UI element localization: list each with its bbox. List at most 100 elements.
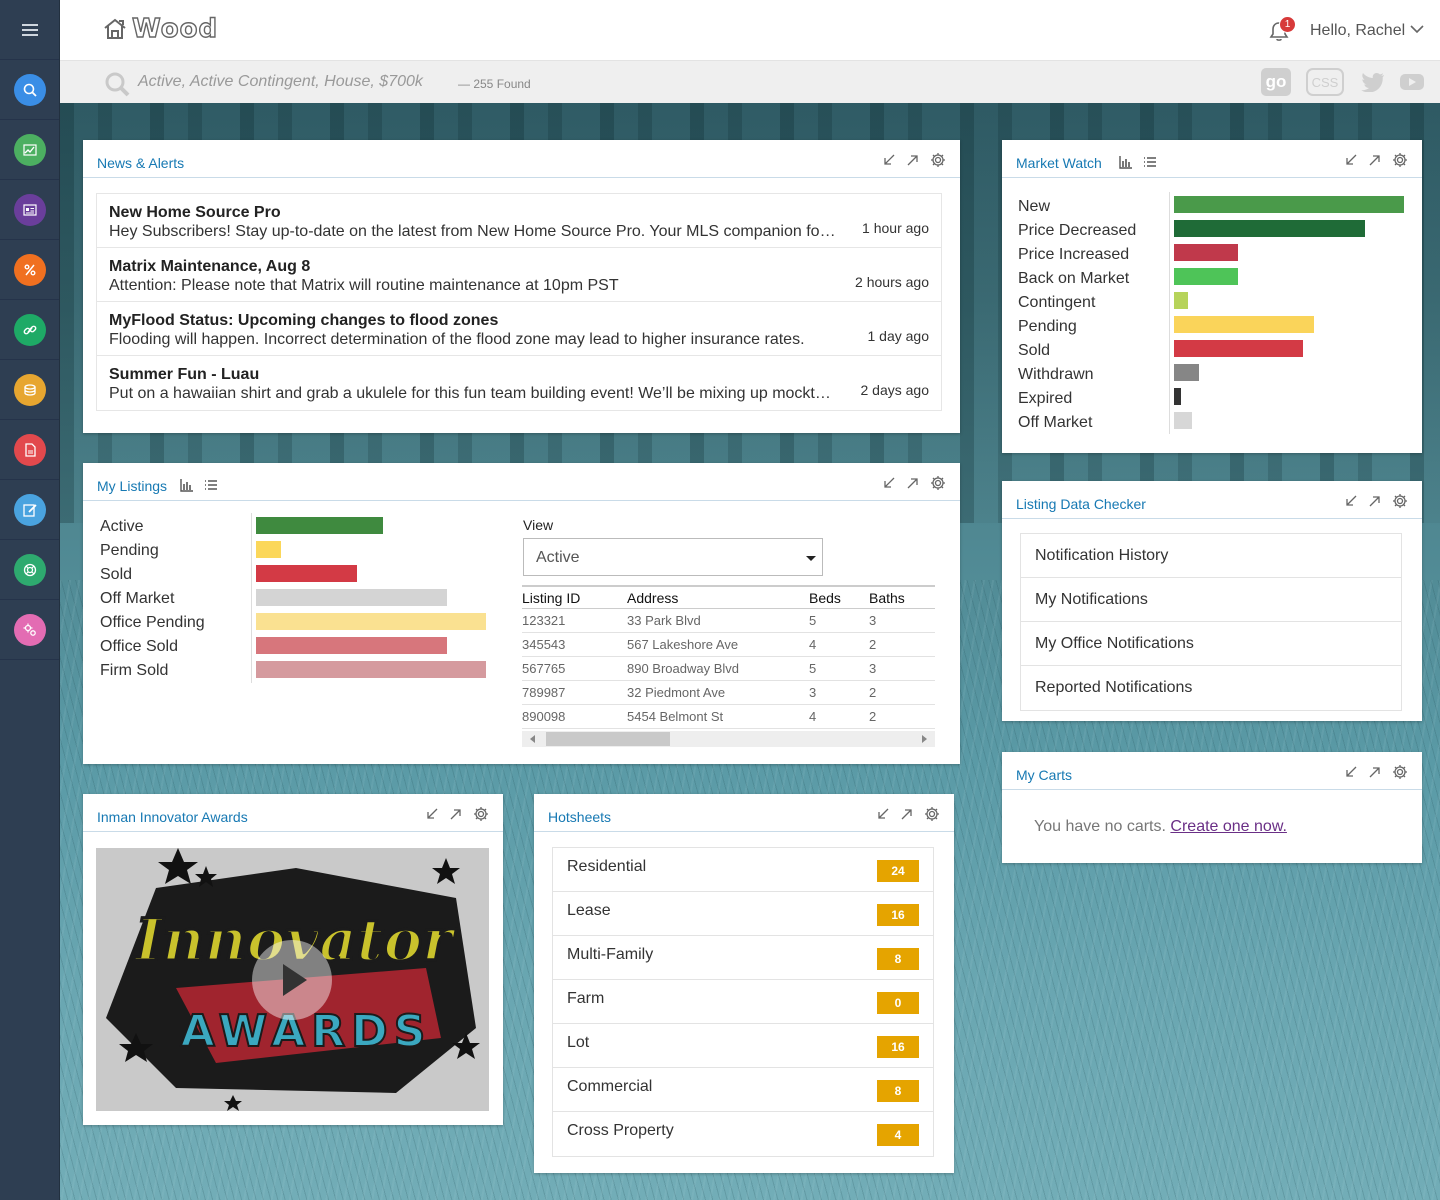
popout-icon[interactable] <box>449 807 463 821</box>
bar-label[interactable]: Office Sold <box>100 635 205 659</box>
sidebar-button[interactable] <box>13 193 46 226</box>
column-header[interactable]: Beds <box>809 586 869 609</box>
notification-list-item[interactable]: Notification History <box>1021 534 1401 578</box>
table-row[interactable]: 123321 33 Park Blvd 5 3 <box>522 608 935 633</box>
bar-label[interactable]: Price Decreased <box>1018 219 1136 243</box>
bar-sold[interactable] <box>256 565 357 582</box>
hotsheet-label[interactable]: Multi-Family <box>567 946 653 964</box>
bar-label[interactable]: Withdrawn <box>1018 363 1136 387</box>
hotsheet-label[interactable]: Farm <box>567 990 604 1008</box>
sidebar-item-edit[interactable] <box>0 480 59 540</box>
search-query[interactable]: Active, Active Contingent, House, $700k <box>138 73 423 91</box>
create-cart-link[interactable]: Create one now. <box>1170 818 1287 835</box>
news-title[interactable]: Matrix Maintenance, Aug 8 <box>109 258 929 276</box>
bar-label[interactable]: Off Market <box>100 587 205 611</box>
bar-label[interactable]: Expired <box>1018 387 1136 411</box>
notification-list-item[interactable]: My Office Notifications <box>1021 622 1401 666</box>
bar-active[interactable] <box>256 517 383 534</box>
arrow-left-icon[interactable] <box>530 735 536 743</box>
news-item[interactable]: Matrix Maintenance, Aug 8 Attention: Plea… <box>97 248 941 302</box>
bar-off-market[interactable] <box>1174 412 1192 429</box>
column-header[interactable]: Listing ID <box>522 586 627 609</box>
bar-label[interactable]: Back on Market <box>1018 267 1136 291</box>
gear-icon[interactable] <box>1392 493 1408 509</box>
news-title[interactable]: Summer Fun - Luau <box>109 366 929 384</box>
minimize-icon[interactable] <box>876 807 890 821</box>
list-icon[interactable] <box>1143 155 1157 169</box>
news-item[interactable]: New Home Source Pro Hey Subscribers! Stay… <box>97 194 941 248</box>
table-row[interactable]: 890098 5454 Belmont St 4 2 <box>522 704 935 729</box>
hotsheet-item[interactable]: Commercial 8 <box>553 1068 933 1112</box>
list-icon[interactable] <box>204 478 218 492</box>
bar-off-market[interactable] <box>256 589 447 606</box>
popout-icon[interactable] <box>900 807 914 821</box>
bar-label[interactable]: Pending <box>1018 315 1136 339</box>
bar-label[interactable]: New <box>1018 195 1136 219</box>
hotsheet-label[interactable]: Lot <box>567 1034 589 1052</box>
bar-label[interactable]: Contingent <box>1018 291 1136 315</box>
gear-icon[interactable] <box>473 806 489 822</box>
popout-icon[interactable] <box>906 476 920 490</box>
arrow-right-icon[interactable] <box>921 735 927 743</box>
popout-icon[interactable] <box>906 153 920 167</box>
sidebar-button[interactable] <box>13 553 46 586</box>
bar-price-increased[interactable] <box>1174 244 1238 261</box>
sidebar-item-trend[interactable] <box>0 120 59 180</box>
column-header[interactable]: Address <box>627 586 809 609</box>
sidebar-button[interactable] <box>13 73 46 106</box>
news-title[interactable]: MyFlood Status: Upcoming changes to floo… <box>109 312 929 330</box>
bar-label[interactable]: Active <box>100 515 205 539</box>
horizontal-scrollbar[interactable] <box>522 731 935 747</box>
bar-sold[interactable] <box>1174 340 1303 357</box>
gear-icon[interactable] <box>930 152 946 168</box>
gear-icon[interactable] <box>1392 152 1408 168</box>
hotsheet-item[interactable]: Lot 16 <box>553 1024 933 1068</box>
minimize-icon[interactable] <box>425 807 439 821</box>
scrollbar-thumb[interactable] <box>546 732 670 746</box>
bar-pending[interactable] <box>256 541 281 558</box>
hotsheet-item[interactable]: Farm 0 <box>553 980 933 1024</box>
hotsheet-label[interactable]: Residential <box>567 858 646 876</box>
bar-chart-icon[interactable] <box>1119 155 1133 169</box>
table-row[interactable]: 789987 32 Piedmont Ave 3 2 <box>522 680 935 705</box>
hotsheet-item[interactable]: Residential 24 <box>553 848 933 892</box>
news-item[interactable]: Summer Fun - Luau Put on a hawaiian shirt… <box>97 356 941 410</box>
play-button[interactable] <box>252 940 332 1020</box>
go-icon[interactable]: go <box>1261 68 1291 96</box>
view-select[interactable]: Active <box>523 538 823 576</box>
bar-label[interactable]: Pending <box>100 539 205 563</box>
search-icon[interactable] <box>104 71 130 97</box>
chevron-down-icon[interactable] <box>1410 24 1424 34</box>
menu-button[interactable] <box>0 0 59 60</box>
awards-video[interactable]: Innovator AWARDS <box>96 848 489 1111</box>
gear-icon[interactable] <box>930 475 946 491</box>
sidebar-item-settings[interactable] <box>0 600 59 660</box>
bar-office-sold[interactable] <box>256 637 447 654</box>
bar-chart-icon[interactable] <box>180 478 194 492</box>
sidebar-button[interactable] <box>13 373 46 406</box>
hotsheet-label[interactable]: Commercial <box>567 1078 652 1096</box>
popout-icon[interactable] <box>1368 494 1382 508</box>
twitter-icon[interactable] <box>1358 68 1388 96</box>
popout-icon[interactable] <box>1368 765 1382 779</box>
bar-label[interactable]: Price Increased <box>1018 243 1136 267</box>
bar-new[interactable] <box>1174 196 1404 213</box>
minimize-icon[interactable] <box>1344 153 1358 167</box>
minimize-icon[interactable] <box>1344 494 1358 508</box>
sidebar-item-link[interactable] <box>0 300 59 360</box>
hotsheet-label[interactable]: Cross Property <box>567 1122 674 1140</box>
table-row[interactable]: 345543 567 Lakeshore Ave 4 2 <box>522 632 935 657</box>
news-item[interactable]: MyFlood Status: Upcoming changes to floo… <box>97 302 941 356</box>
sidebar-button[interactable] <box>13 493 46 526</box>
css-icon[interactable]: CSS <box>1306 68 1344 96</box>
minimize-icon[interactable] <box>1344 765 1358 779</box>
bar-expired[interactable] <box>1174 388 1181 405</box>
news-title[interactable]: New Home Source Pro <box>109 204 929 222</box>
bar-firm-sold[interactable] <box>256 661 486 678</box>
notification-list-item[interactable]: My Notifications <box>1021 578 1401 622</box>
bar-pending[interactable] <box>1174 316 1314 333</box>
sidebar-item-percent[interactable] <box>0 240 59 300</box>
sidebar-item-document[interactable] <box>0 420 59 480</box>
gear-icon[interactable] <box>924 806 940 822</box>
user-greeting[interactable]: Hello, Rachel <box>1310 22 1405 40</box>
